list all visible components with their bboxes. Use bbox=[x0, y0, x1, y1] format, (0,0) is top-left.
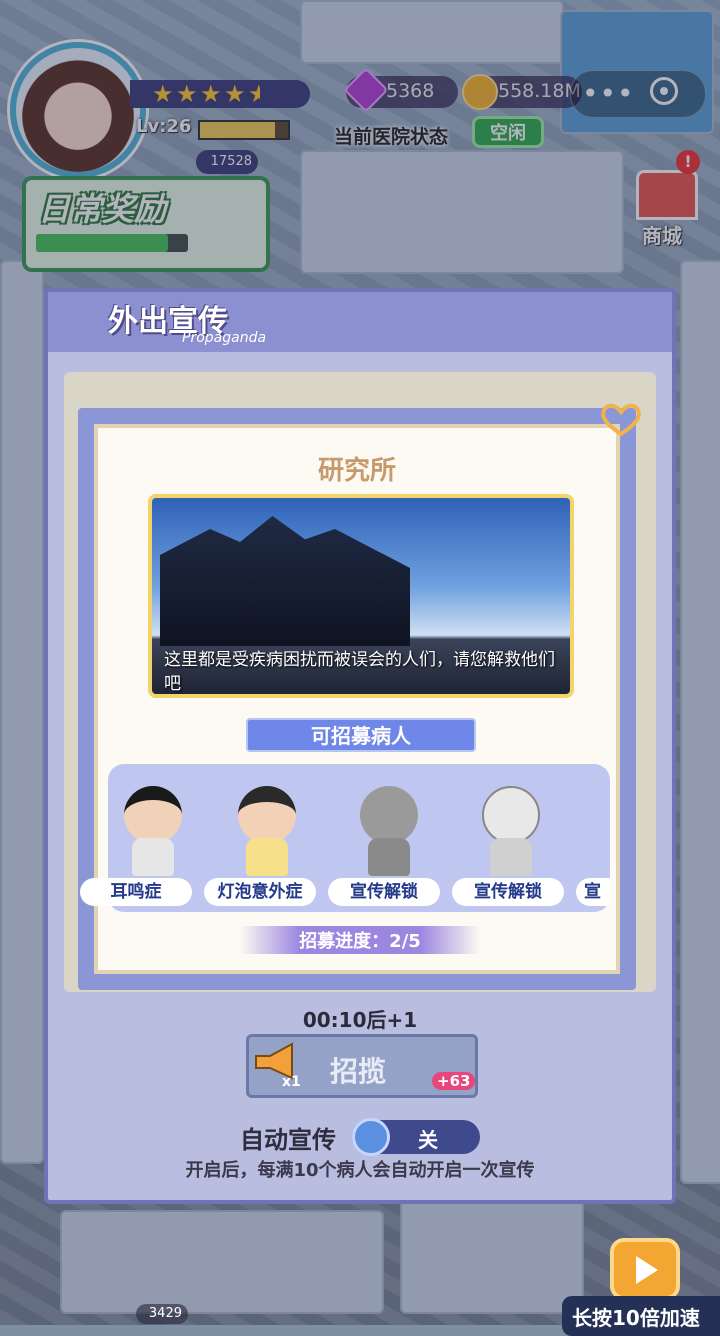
locked-portrait bbox=[482, 786, 540, 844]
patient-label: 宣传解锁 bbox=[328, 878, 440, 906]
patient-label: 灯泡意外症 bbox=[204, 878, 316, 906]
recruit-count: x1 bbox=[282, 1074, 301, 1090]
patient-label: 耳鸣症 bbox=[80, 878, 192, 906]
recruit-progress: 招募进度：2/5 bbox=[299, 931, 421, 952]
patient-card[interactable] bbox=[212, 776, 320, 880]
recruit-bonus: +63 bbox=[432, 1072, 476, 1090]
patient-card-locked[interactable] bbox=[456, 776, 564, 880]
auto-propaganda-label: 自动宣传 bbox=[240, 1126, 336, 1154]
scene-caption: 这里都是受疾病困扰而被误会的人们，请您解救他们吧 bbox=[164, 650, 555, 694]
patient-card[interactable] bbox=[98, 776, 206, 880]
recruit-label: 招揽 bbox=[330, 1055, 387, 1088]
patient-portrait bbox=[238, 786, 296, 844]
recruitable-label: 可招募病人 bbox=[311, 724, 411, 748]
toggle-state: 关 bbox=[418, 1128, 438, 1152]
toggle-knob[interactable] bbox=[352, 1118, 390, 1156]
patient-label: 宣传解锁 bbox=[452, 878, 564, 906]
lightbulb-icon bbox=[246, 838, 288, 876]
patient-body bbox=[132, 838, 174, 876]
patient-label: 宣 bbox=[576, 878, 610, 906]
auto-propaganda-description: 开启后，每满10个病人会自动开启一次宣传 bbox=[185, 1160, 535, 1181]
patient-card-locked[interactable] bbox=[334, 776, 442, 880]
recruit-timer: 00:10后+1 bbox=[302, 1008, 418, 1032]
patient-body bbox=[490, 838, 532, 876]
fast-forward-icon[interactable] bbox=[610, 1238, 680, 1300]
propaganda-subtitle: Propaganda bbox=[182, 330, 267, 346]
heart-close-icon[interactable] bbox=[598, 400, 644, 438]
patient-portrait bbox=[124, 786, 182, 844]
modal-title: 研究所 bbox=[317, 456, 396, 486]
locked-portrait bbox=[360, 786, 418, 844]
speed-up-label: 长按10倍加速 bbox=[572, 1306, 700, 1330]
floor-coin-counter: 3429 bbox=[136, 1304, 188, 1324]
patient-body bbox=[368, 838, 410, 876]
